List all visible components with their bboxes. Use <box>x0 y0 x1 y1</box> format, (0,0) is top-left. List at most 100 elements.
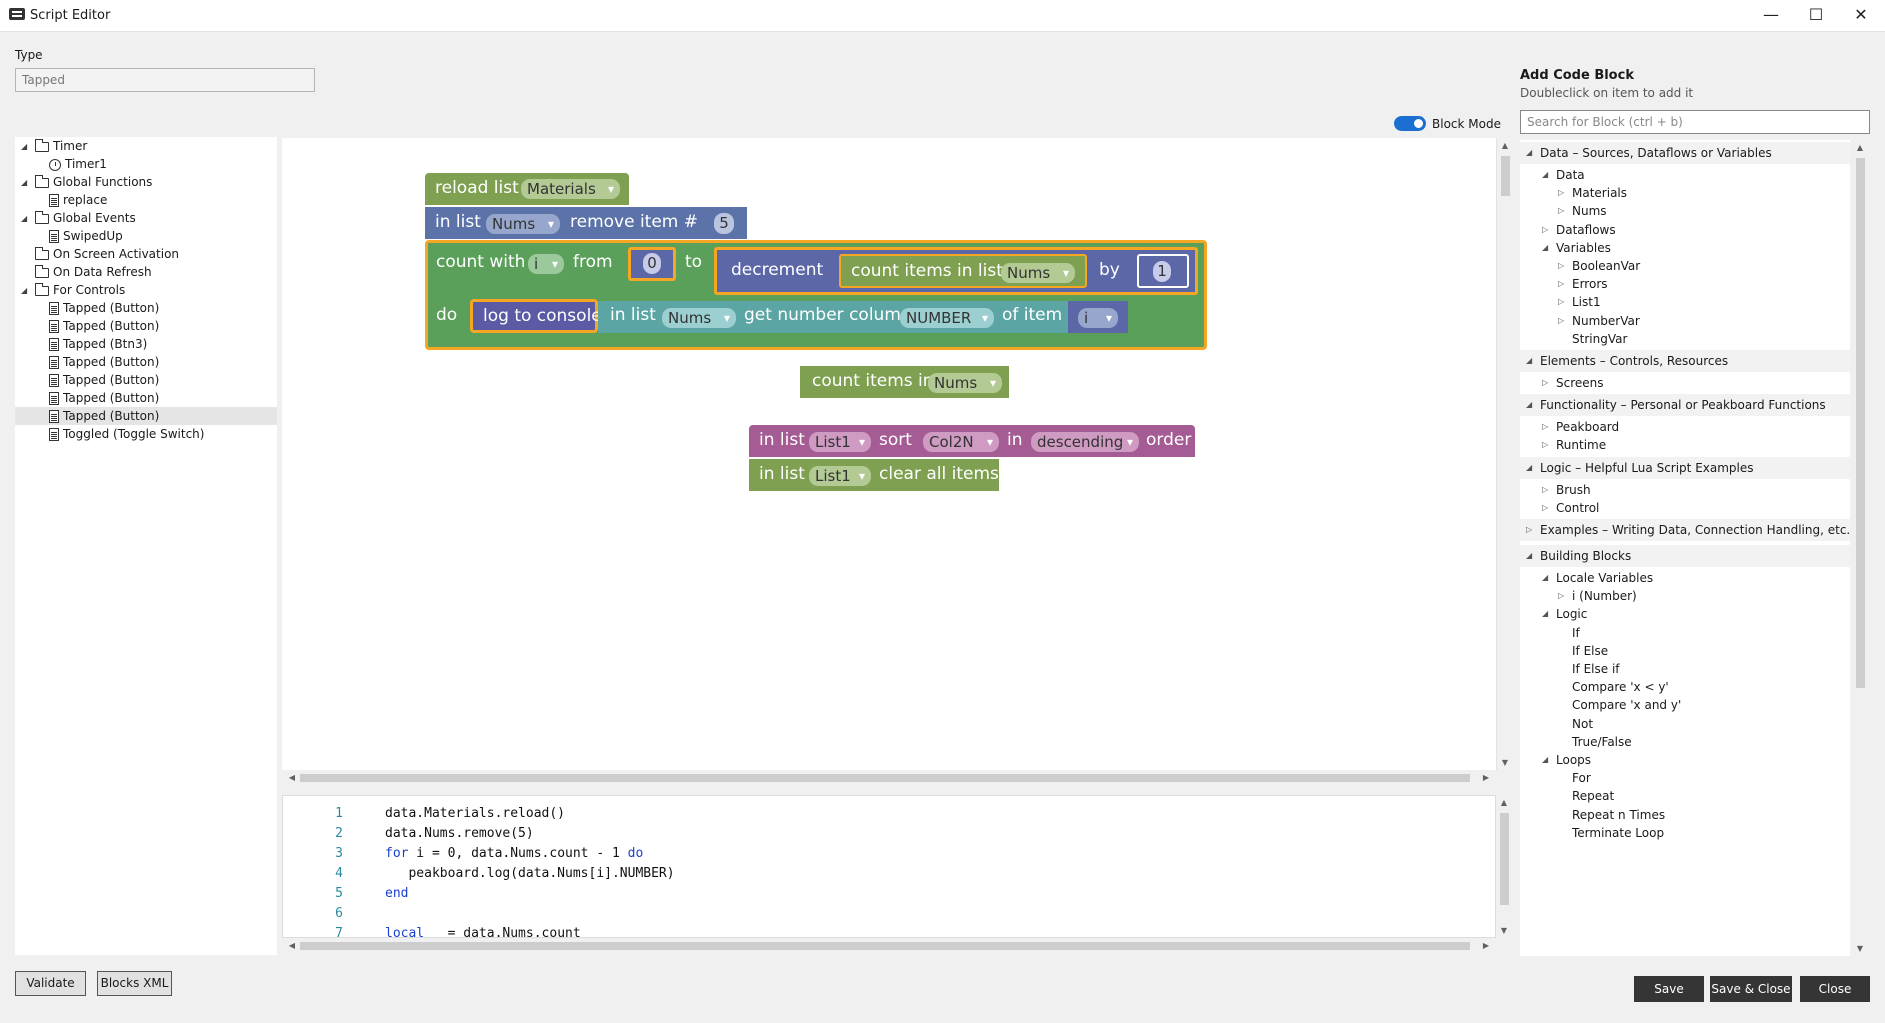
by-value[interactable]: 1 <box>1153 261 1171 282</box>
expand-arrow-icon[interactable]: ▷ <box>1542 374 1548 392</box>
script-tree-item[interactable]: Timer1 <box>15 155 277 173</box>
script-tree-item[interactable]: On Screen Activation <box>15 245 277 263</box>
block-tree-scrollbar[interactable]: ▲ ▼ <box>1852 140 1869 956</box>
expand-arrow-icon[interactable]: ▷ <box>1558 293 1564 311</box>
code-editor[interactable]: 1 data.Materials.reload() 2 data.Nums.remov… <box>282 795 1496 938</box>
collapse-arrow-icon[interactable]: ◢ <box>1542 239 1548 257</box>
code-horizontal-scrollbar[interactable]: ◀ ▶ <box>282 938 1496 954</box>
code-line[interactable]: 7 local _ = data.Nums.count <box>283 924 1483 937</box>
block-tree-item[interactable]: Repeat n Times <box>1520 806 1850 824</box>
block-tree-item[interactable]: StringVar <box>1520 330 1850 348</box>
remove-item-block[interactable]: in list Nums remove item # 5 <box>425 207 747 239</box>
scroll-up-icon[interactable]: ▲ <box>1496 798 1512 807</box>
block-tree-item[interactable]: ▷ Brush <box>1520 481 1850 499</box>
from-value[interactable]: 0 <box>643 253 661 274</box>
block-tree-item[interactable]: ◢ Variables <box>1520 239 1850 257</box>
script-tree-item[interactable]: Tapped (Button) <box>15 299 277 317</box>
expand-arrow-icon[interactable]: ▷ <box>1542 221 1548 239</box>
script-tree-item[interactable]: Tapped (Button) <box>15 317 277 335</box>
expand-arrow-icon[interactable]: ▷ <box>1558 275 1564 293</box>
scroll-left-icon[interactable]: ◀ <box>284 941 300 950</box>
expand-arrow-icon[interactable]: ◢ <box>21 138 31 156</box>
block-tree-item[interactable]: ▷ Nums <box>1520 202 1850 220</box>
block-tree-item[interactable]: ◢ Logic <box>1520 605 1850 623</box>
scrollbar-thumb[interactable] <box>300 942 1470 950</box>
block-tree-item[interactable]: ◢ Loops <box>1520 751 1850 769</box>
maximize-icon[interactable]: ☐ <box>1793 2 1839 28</box>
count-items-free-block[interactable]: count items in list Nums <box>800 366 1009 398</box>
script-tree-item[interactable]: ◢ Global Events <box>15 209 277 227</box>
scroll-right-icon[interactable]: ▶ <box>1478 773 1494 782</box>
collapse-arrow-icon[interactable]: ◢ <box>1526 457 1532 479</box>
block-tree-item[interactable]: If <box>1520 624 1850 642</box>
count-items-in-list-block[interactable]: count items in list Nums <box>839 254 1087 288</box>
remove-list-dropdown[interactable]: Nums <box>486 214 560 234</box>
block-category[interactable]: ◢ Elements – Controls, Resources <box>1520 350 1850 372</box>
sort-list-dropdown[interactable]: List1 <box>809 432 871 452</box>
scroll-up-icon[interactable]: ▲ <box>1497 141 1513 150</box>
expand-arrow-icon[interactable]: ▷ <box>1542 481 1548 499</box>
block-tree-item[interactable]: Repeat <box>1520 787 1850 805</box>
decrement-list-dropdown[interactable]: Nums <box>1001 263 1075 283</box>
expand-arrow-icon[interactable]: ▷ <box>1558 312 1564 330</box>
log-var-dropdown[interactable]: i <box>1078 308 1118 328</box>
scrollbar-thumb[interactable] <box>300 774 1470 782</box>
script-tree-item[interactable]: Toggled (Toggle Switch) <box>15 425 277 443</box>
block-category[interactable]: ◢ Logic – Helpful Lua Script Examples <box>1520 456 1850 479</box>
scroll-left-icon[interactable]: ◀ <box>284 773 300 782</box>
block-tree-item[interactable]: ▷ Dataflows <box>1520 221 1850 239</box>
block-tree-item[interactable]: ▷ Runtime <box>1520 436 1850 454</box>
block-tree-item[interactable]: Not <box>1520 715 1850 733</box>
remove-index-value[interactable]: 5 <box>714 213 734 234</box>
expand-arrow-icon[interactable]: ▷ <box>1558 257 1564 275</box>
block-tree-item[interactable]: ◢ Data <box>1520 166 1850 184</box>
collapse-arrow-icon[interactable]: ◢ <box>1542 166 1548 184</box>
expand-arrow-icon[interactable]: ▷ <box>1526 519 1532 541</box>
script-tree-item[interactable]: Tapped (Button) <box>15 371 277 389</box>
script-tree-item[interactable]: Tapped (Button) <box>15 407 277 425</box>
script-tree-item[interactable]: SwipedUp <box>15 227 277 245</box>
minimize-icon[interactable]: — <box>1748 2 1794 28</box>
save-button[interactable]: Save <box>1634 976 1704 1002</box>
count-with-block[interactable]: count with i from 0 to decrement count i… <box>425 240 1207 350</box>
script-tree-item[interactable]: ◢ For Controls <box>15 281 277 299</box>
reload-list-block[interactable]: reload list Materials <box>425 173 629 205</box>
code-line[interactable]: 4 peakboard.log(data.Nums[i].NUMBER) <box>283 864 1483 884</box>
close-icon[interactable]: ✕ <box>1838 2 1884 28</box>
log-to-console-block[interactable]: log to console <box>470 299 602 333</box>
clear-list-block[interactable]: in list List1 clear all items <box>749 459 999 491</box>
block-category[interactable]: ◢ Functionality – Personal or Peakboard F… <box>1520 394 1850 417</box>
count-with-var-dropdown[interactable]: i <box>528 254 564 274</box>
expand-arrow-icon[interactable]: ▷ <box>1558 184 1564 202</box>
expand-arrow-icon[interactable]: ◢ <box>21 210 31 228</box>
block-tree-item[interactable]: ▷ BooleanVar <box>1520 257 1850 275</box>
sort-list-block[interactable]: in list List1 sort Col2N in descending o… <box>749 425 1195 457</box>
block-category[interactable]: ▷ Examples – Writing Data, Connection Han… <box>1520 519 1850 541</box>
collapse-arrow-icon[interactable]: ◢ <box>1526 350 1532 372</box>
scroll-down-icon[interactable]: ▼ <box>1497 758 1513 767</box>
expand-arrow-icon[interactable]: ▷ <box>1542 436 1548 454</box>
collapse-arrow-icon[interactable]: ◢ <box>1526 545 1532 567</box>
code-line[interactable]: 3 for i = 0, data.Nums.count - 1 do <box>283 844 1483 864</box>
script-tree-item[interactable]: Tapped (Button) <box>15 353 277 371</box>
script-tree-item[interactable]: replace <box>15 191 277 209</box>
collapse-arrow-icon[interactable]: ◢ <box>1526 394 1532 416</box>
decrement-block[interactable]: decrement count items in list Nums by 1 <box>714 247 1198 295</box>
scrollbar-thumb[interactable] <box>1856 158 1865 688</box>
script-tree-item[interactable]: On Data Refresh <box>15 263 277 281</box>
scrollbar-thumb[interactable] <box>1501 156 1510 196</box>
collapse-arrow-icon[interactable]: ◢ <box>1526 142 1532 164</box>
code-line[interactable]: 1 data.Materials.reload() <box>283 804 1483 824</box>
block-tree-item[interactable]: ◢ Locale Variables <box>1520 569 1850 587</box>
code-line[interactable]: 2 data.Nums.remove(5) <box>283 824 1483 844</box>
validate-button[interactable]: Validate <box>15 971 86 996</box>
block-category[interactable]: ◢ Data – Sources, Dataflows or Variables <box>1520 142 1850 164</box>
from-value-block[interactable]: 0 <box>628 247 676 281</box>
code-line[interactable]: 6 <box>283 904 1483 924</box>
block-tree-item[interactable]: Compare 'x < y' <box>1520 678 1850 696</box>
expand-arrow-icon[interactable]: ▷ <box>1542 418 1548 436</box>
save-close-button[interactable]: Save & Close <box>1710 976 1792 1002</box>
scroll-down-icon[interactable]: ▼ <box>1852 944 1868 953</box>
scroll-up-icon[interactable]: ▲ <box>1852 143 1868 152</box>
block-tree-item[interactable]: ▷ Screens <box>1520 374 1850 392</box>
